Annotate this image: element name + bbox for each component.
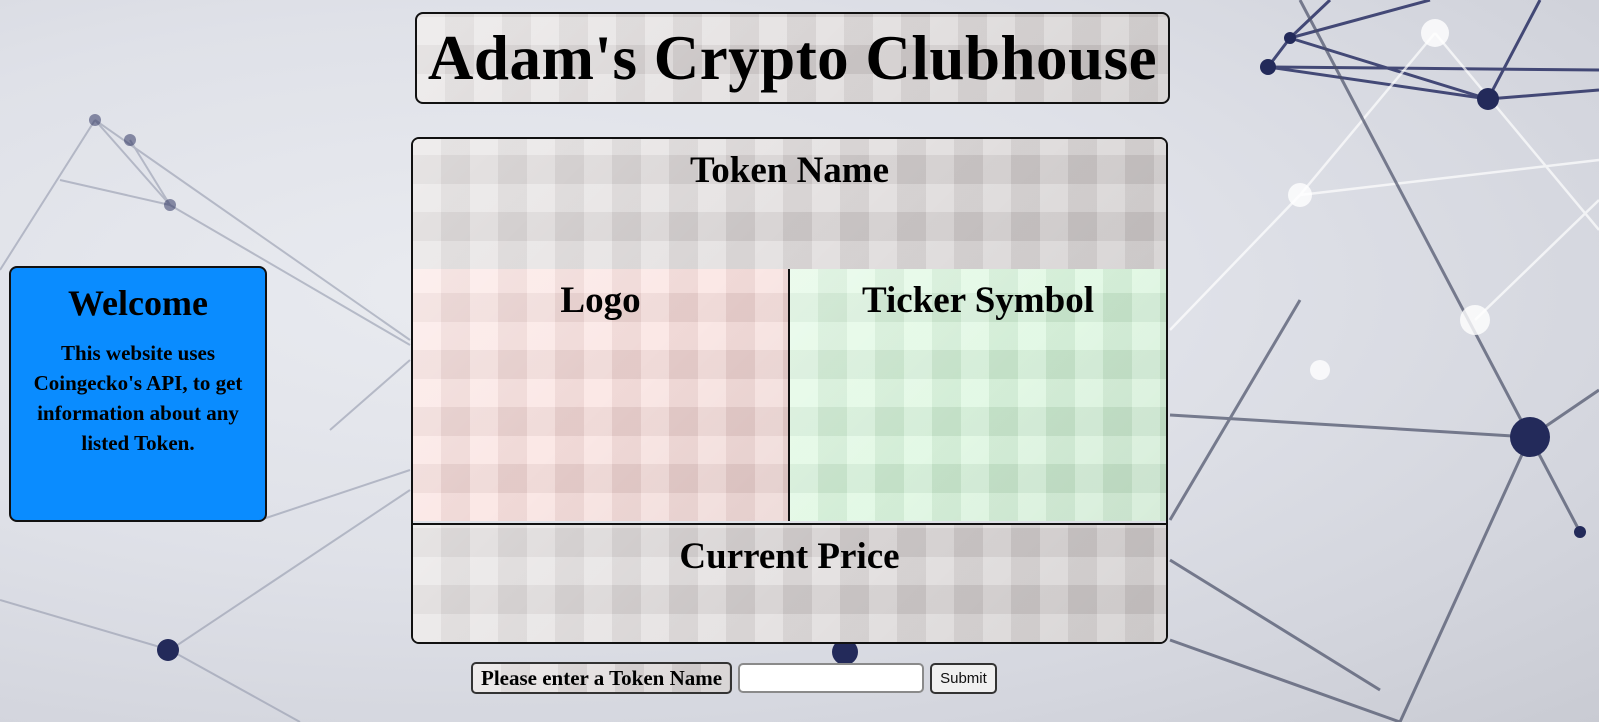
token-details-row: Logo Ticker Symbol	[413, 269, 1166, 525]
logo-heading: Logo	[560, 280, 641, 321]
token-name-section: Token Name	[413, 139, 1166, 271]
logo-section: Logo	[413, 269, 790, 521]
ticker-symbol-heading: Ticker Symbol	[862, 280, 1094, 321]
site-title: Adam's Crypto Clubhouse	[427, 22, 1158, 93]
ticker-symbol-section: Ticker Symbol	[790, 269, 1166, 521]
welcome-panel: Welcome This website uses Coingecko's AP…	[9, 266, 267, 522]
token-name-heading: Token Name	[689, 150, 890, 191]
token-search-form: Please enter a Token Name Submit	[471, 662, 997, 694]
welcome-heading: Welcome	[68, 283, 208, 323]
token-info-card: Token Name Logo Ticker Symbol Current Pr…	[411, 137, 1168, 644]
site-title-banner: Adam's Crypto Clubhouse	[415, 12, 1170, 104]
current-price-section: Current Price	[413, 525, 1166, 642]
token-name-input[interactable]	[738, 663, 925, 693]
token-name-label: Please enter a Token Name	[471, 662, 733, 694]
welcome-message: This website uses Coingecko's API, to ge…	[33, 341, 243, 455]
current-price-heading: Current Price	[679, 536, 900, 577]
submit-button[interactable]: Submit	[930, 662, 997, 694]
